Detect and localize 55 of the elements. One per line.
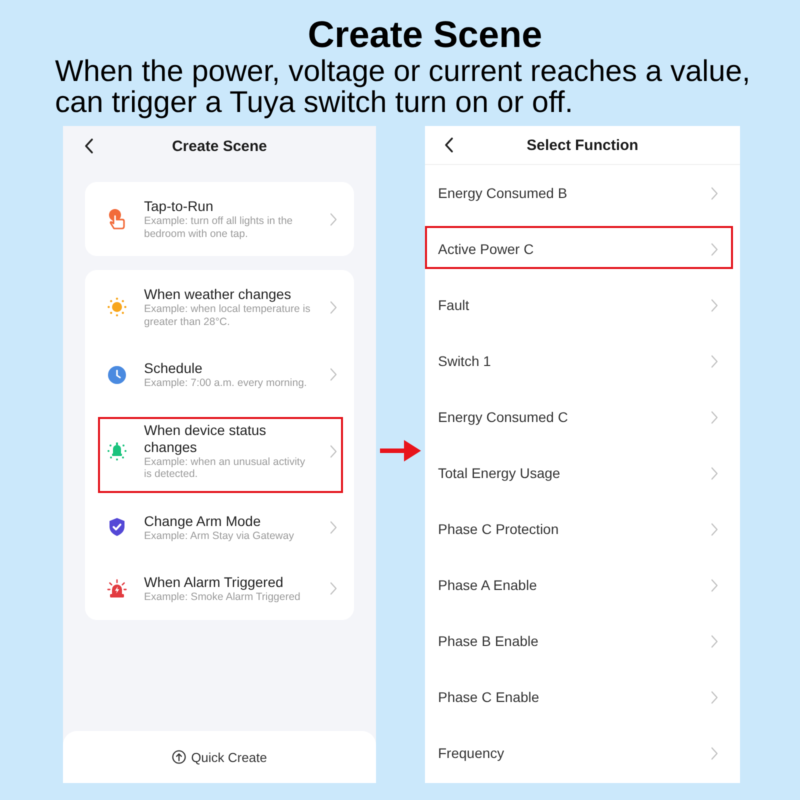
- function-option[interactable]: Phase C Protection: [438, 521, 559, 537]
- clock-icon: [107, 364, 127, 385]
- poster-description: When the power, voltage or current reaches a value, can trigger a Tuya switch turn on or off.: [55, 56, 752, 118]
- chevron-icon: [711, 578, 718, 592]
- option-example: Example: when an unusual activity is detected.: [144, 456, 306, 480]
- function-option[interactable]: Frequency: [438, 745, 504, 761]
- chevron-icon: [711, 522, 718, 536]
- function-option[interactable]: Phase C Enable: [438, 689, 540, 705]
- option-title[interactable]: Tap-to-Run: [144, 198, 214, 215]
- option-title[interactable]: Schedule: [144, 360, 202, 377]
- chevron-icon: [330, 520, 337, 534]
- chevron-icon: [711, 746, 718, 760]
- chevron-icon: [711, 410, 718, 424]
- chevron-icon: [330, 444, 337, 458]
- option-title[interactable]: Change Arm Mode: [144, 512, 261, 530]
- option-example: Example: Arm Stay via Gateway: [144, 530, 294, 542]
- chevron-icon: [711, 466, 718, 480]
- bell-icon: [107, 441, 127, 461]
- function-option[interactable]: Energy Consumed B: [438, 185, 568, 201]
- chevron-icon: [330, 300, 337, 314]
- chevron-icon: [711, 690, 718, 704]
- function-option[interactable]: Fault: [438, 297, 470, 313]
- function-option[interactable]: Switch 1: [438, 353, 491, 369]
- function-option[interactable]: Phase B Enable: [438, 633, 538, 649]
- screen-title: Select Function: [526, 136, 640, 154]
- option-example: Example: when local temperature is greater than 28°C.: [144, 303, 312, 328]
- siren-icon: [107, 578, 127, 599]
- function-option[interactable]: Phase A Enable: [438, 577, 537, 593]
- chevron-icon: [711, 634, 718, 648]
- chevron-icon: [711, 354, 718, 368]
- back-icon[interactable]: [84, 138, 94, 154]
- chevron-icon: [711, 242, 718, 256]
- option-example: Example: turn off all lights in the bedroom with one tap.: [144, 215, 294, 240]
- poster-title: Create Scene: [306, 15, 544, 55]
- option-title[interactable]: When Alarm Triggered: [144, 574, 284, 591]
- chevron-icon: [330, 368, 337, 382]
- option-title[interactable]: When weather changes: [144, 286, 292, 303]
- option-title[interactable]: When device status changes: [144, 422, 313, 456]
- pointer-arrow: [380, 438, 421, 462]
- back-icon[interactable]: [444, 137, 454, 153]
- option-example: Example: 7:00 a.m. every morning.: [144, 377, 307, 390]
- sun-icon: [107, 297, 127, 317]
- option-example: Example: Smoke Alarm Triggered: [144, 591, 300, 604]
- screen-title: Create Scene: [170, 138, 268, 154]
- upload-circle-icon: [172, 750, 186, 764]
- chevron-icon: [330, 212, 337, 226]
- function-option[interactable]: Total Energy Usage: [438, 465, 560, 481]
- pointing-hand-icon: [107, 208, 127, 230]
- function-option[interactable]: Active Power C: [438, 241, 534, 257]
- chevron-icon: [330, 582, 337, 596]
- chevron-icon: [711, 298, 718, 312]
- shield-check-icon: [107, 517, 127, 538]
- function-option[interactable]: Energy Consumed C: [438, 409, 568, 425]
- chevron-icon: [711, 186, 718, 200]
- quick-create-button[interactable]: Quick Create: [170, 748, 269, 766]
